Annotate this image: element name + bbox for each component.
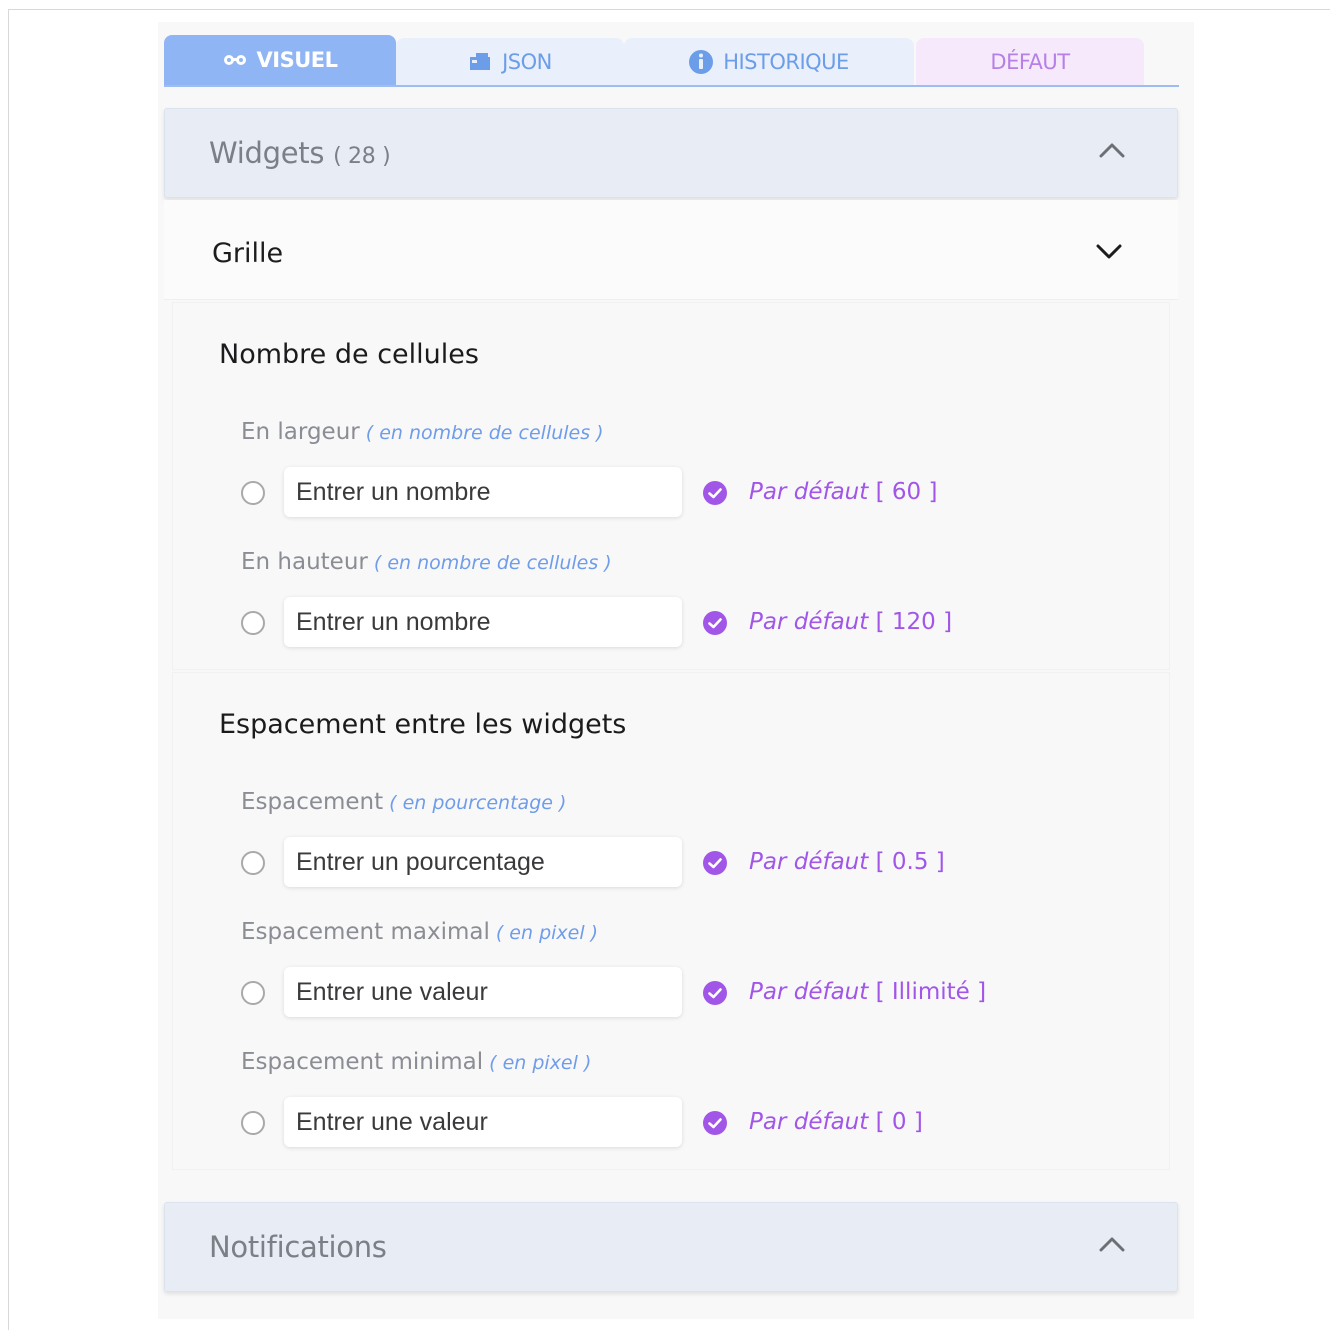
default-number: [ 120 ] [868, 609, 953, 635]
tab-visuel-label: VISUEL [256, 48, 338, 72]
window-frame-left [8, 9, 9, 1330]
tab-json[interactable]: JSON [396, 38, 624, 85]
field-label-hauteur: En hauteur( en nombre de cellules ) [241, 549, 612, 575]
radio-espacement-minimal[interactable] [241, 1111, 265, 1135]
widgets-count: ( 28 ) [333, 144, 391, 169]
field-label-largeur: En largeur( en nombre de cellules ) [241, 419, 604, 445]
section-nombre-cellules: Nombre de cellules En largeur( en nombre… [172, 302, 1170, 670]
window-frame-top [8, 9, 1330, 10]
default-value-espacement-minimal: Par défaut [ 0 ] [749, 1109, 923, 1135]
check-circle-icon [703, 1111, 727, 1135]
field-label-espacement-maximal: Espacement maximal( en pixel ) [241, 919, 598, 945]
field-hint: ( en nombre de cellules ) [373, 552, 612, 574]
chevron-up-icon[interactable] [1099, 142, 1125, 163]
default-label: Par défaut [749, 479, 869, 505]
hauteur-input[interactable] [284, 597, 682, 647]
section-title: Nombre de cellules [219, 339, 479, 370]
default-value-hauteur: Par défaut [ 120 ] [749, 609, 952, 635]
widgets-title: Widgets ( 28 ) [209, 136, 391, 170]
field-label-text: En largeur [241, 419, 360, 445]
section-espacement: Espacement entre les widgets Espacement(… [172, 672, 1170, 1170]
tab-historique[interactable]: HISTORIQUE [624, 38, 914, 85]
default-label: Par défaut [749, 609, 869, 635]
espacement-input[interactable] [284, 837, 682, 887]
espacement-minimal-input[interactable] [284, 1097, 682, 1147]
check-circle-icon [703, 851, 727, 875]
json-block-icon [468, 52, 492, 72]
largeur-input[interactable] [284, 467, 682, 517]
tab-historique-label: HISTORIQUE [723, 49, 849, 74]
default-label: Par défaut [749, 849, 869, 875]
default-value-espacement-maximal: Par défaut [ Illimité ] [749, 979, 986, 1005]
grille-accordion-header[interactable]: Grille [164, 200, 1178, 300]
field-label-text: En hauteur [241, 549, 368, 575]
grille-title: Grille [212, 238, 284, 269]
glasses-icon [223, 53, 247, 67]
tab-visuel[interactable]: VISUEL [164, 35, 396, 85]
field-label-espacement: Espacement( en pourcentage ) [241, 789, 566, 815]
settings-panel: VISUEL JSON HISTORIQUE DÉFAUT Widgets ( … [158, 22, 1194, 1319]
chevron-up-icon[interactable] [1099, 1236, 1125, 1257]
field-label-espacement-minimal: Espacement minimal( en pixel ) [241, 1049, 591, 1075]
tab-defaut-label: DÉFAUT [990, 49, 1070, 74]
field-hint: ( en pixel ) [489, 1052, 592, 1074]
notifications-accordion-header[interactable]: Notifications [164, 1202, 1178, 1292]
radio-espacement-maximal[interactable] [241, 981, 265, 1005]
default-label: Par défaut [749, 1109, 869, 1135]
default-value-espacement: Par défaut [ 0.5 ] [749, 849, 945, 875]
info-icon [689, 49, 714, 74]
default-label: Par défaut [749, 979, 869, 1005]
tab-underline [164, 85, 1179, 87]
tab-defaut[interactable]: DÉFAUT [916, 38, 1144, 85]
tab-bar: VISUEL JSON HISTORIQUE DÉFAUT [164, 35, 1180, 88]
widgets-accordion-header[interactable]: Widgets ( 28 ) [164, 108, 1178, 198]
radio-largeur[interactable] [241, 481, 265, 505]
radio-espacement[interactable] [241, 851, 265, 875]
check-circle-icon [703, 481, 727, 505]
espacement-maximal-input[interactable] [284, 967, 682, 1017]
field-hint: ( en pixel ) [495, 922, 599, 944]
check-circle-icon [703, 611, 727, 635]
field-label-text: Espacement maximal [241, 919, 490, 945]
default-number: [ 60 ] [868, 479, 938, 505]
section-title: Espacement entre les widgets [219, 709, 627, 740]
field-hint: ( en nombre de cellules ) [365, 422, 604, 444]
field-hint: ( en pourcentage ) [389, 792, 567, 814]
widgets-title-text: Widgets [209, 136, 325, 170]
radio-hauteur[interactable] [241, 611, 265, 635]
tab-json-label: JSON [502, 49, 552, 74]
field-label-text: Espacement [241, 789, 384, 815]
default-number: [ Illimité ] [868, 979, 987, 1005]
notifications-title: Notifications [209, 1230, 387, 1264]
field-label-text: Espacement minimal [241, 1049, 484, 1075]
default-value-largeur: Par défaut [ 60 ] [749, 479, 937, 505]
check-circle-icon [703, 981, 727, 1005]
chevron-down-icon[interactable] [1096, 244, 1122, 265]
default-number: [ 0.5 ] [868, 849, 945, 875]
default-number: [ 0 ] [868, 1109, 923, 1135]
